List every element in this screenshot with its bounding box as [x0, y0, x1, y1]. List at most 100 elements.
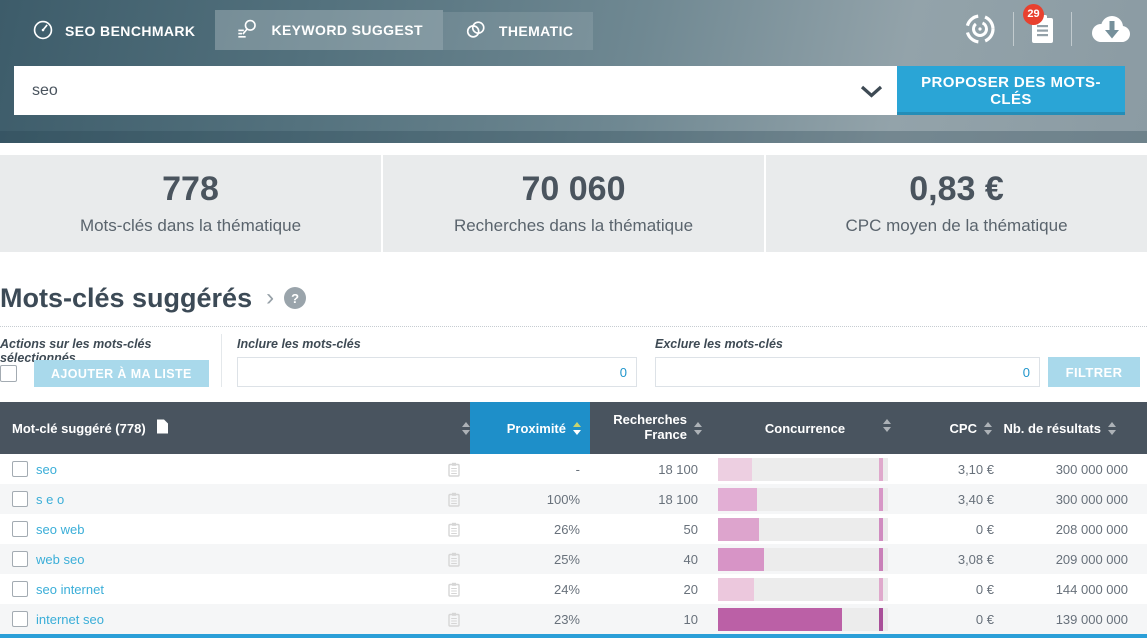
searches-value: 20 — [590, 574, 710, 604]
table-row: s e o 100% 18 100 3,40 € 300 000 000 — [0, 484, 1147, 514]
tab-keyword-suggest[interactable]: KEYWORD SUGGEST — [215, 10, 442, 50]
keyword-link[interactable]: internet seo — [36, 612, 104, 627]
exclude-count: 0 — [1023, 365, 1039, 380]
searches-value: 18 100 — [590, 454, 710, 484]
exclude-label: Exclure les mots-clés — [655, 337, 1040, 351]
column-header-proximity[interactable]: Proximité — [470, 402, 590, 454]
keyword-search-box — [14, 66, 897, 115]
row-checkbox[interactable] — [12, 491, 28, 507]
keyword-list-icon[interactable]: 29 — [1029, 14, 1056, 45]
column-header-searches-france[interactable]: RecherchesFrance — [590, 402, 710, 454]
chevron-down-icon[interactable] — [860, 85, 883, 103]
keyword-link[interactable]: s e o — [36, 492, 64, 507]
proximity-value: 25% — [470, 544, 590, 574]
searches-column-label: RecherchesFrance — [613, 413, 687, 443]
column-header-results[interactable]: Nb. de résultats — [1000, 402, 1147, 454]
competition-bar — [718, 488, 888, 511]
page-title: Mots-clés suggérés — [0, 283, 252, 314]
results-value: 208 000 000 — [1000, 514, 1147, 544]
proximity-value: 100% — [470, 484, 590, 514]
keyword-link[interactable]: seo — [36, 462, 57, 477]
select-all-checkbox[interactable] — [0, 365, 17, 382]
keyword-search-input[interactable] — [14, 66, 897, 115]
keyword-search-row: PROPOSER DES MOTS-CLÉS — [0, 50, 1147, 115]
add-to-list-button[interactable]: AJOUTER À MA LISTE — [34, 360, 209, 387]
tab-seo-benchmark[interactable]: SEO BENCHMARK — [12, 12, 215, 50]
cloud-download-icon[interactable] — [1087, 13, 1133, 46]
cpc-column-label: CPC — [950, 421, 977, 436]
cpc-value: 0 € — [900, 574, 1000, 604]
exclude-keywords-input[interactable] — [656, 358, 1023, 386]
cpc-value: 0 € — [900, 514, 1000, 544]
results-value: 300 000 000 — [1000, 454, 1147, 484]
clipboard-icon[interactable] — [448, 582, 460, 597]
clipboard-icon[interactable] — [448, 492, 460, 507]
tab-thematic[interactable]: THEMATIC — [443, 12, 594, 50]
column-header-cpc[interactable]: CPC — [900, 402, 1000, 454]
keyword-column-label: Mot-clé suggéré (778) — [12, 421, 146, 436]
keyword-link[interactable]: seo web — [36, 522, 84, 537]
sort-arrows-icon[interactable] — [1108, 422, 1116, 435]
cpc-value: 3,10 € — [900, 454, 1000, 484]
table-row: web seo 25% 40 3,08 € 209 000 000 — [0, 544, 1147, 574]
include-keywords-input[interactable] — [238, 358, 620, 386]
table-row: seo internet 24% 20 0 € 144 000 000 — [0, 574, 1147, 604]
competition-bar-marker — [879, 458, 883, 481]
column-header-competition[interactable]: Concurrence — [710, 402, 900, 454]
suggested-keywords-table: Mot-clé suggéré (778) Proximité Recherch… — [0, 402, 1147, 638]
cpc-value: 3,40 € — [900, 484, 1000, 514]
competition-cell — [710, 604, 900, 634]
stat-value: 778 — [0, 170, 381, 208]
sort-arrows-icon[interactable] — [984, 422, 992, 435]
help-icon[interactable]: ? — [284, 287, 306, 309]
table-body: seo - 18 100 3,10 € 300 000 000 — [0, 454, 1147, 634]
dotted-divider — [0, 326, 1147, 327]
row-checkbox[interactable] — [12, 521, 28, 537]
results-value: 144 000 000 — [1000, 574, 1147, 604]
competition-bar-fill — [718, 518, 759, 541]
topbar-divider — [1013, 12, 1014, 46]
sort-arrows-icon[interactable] — [573, 422, 581, 435]
app-header: SEO BENCHMARK KEYWORD SUGGEST — [0, 0, 1147, 143]
competition-bar — [718, 518, 888, 541]
row-checkbox[interactable] — [12, 611, 28, 627]
copy-page-icon[interactable] — [155, 418, 169, 438]
competition-bar — [718, 608, 888, 631]
clipboard-icon[interactable] — [448, 462, 460, 477]
results-column-label: Nb. de résultats — [1003, 421, 1101, 436]
row-checkbox[interactable] — [12, 581, 28, 597]
sort-arrows-icon[interactable] — [694, 422, 702, 435]
sort-arrows-icon[interactable] — [883, 419, 891, 432]
column-header-keyword[interactable]: Mot-clé suggéré (778) — [0, 402, 470, 454]
competition-column-label: Concurrence — [765, 421, 845, 436]
competition-bar-marker — [879, 488, 883, 511]
stat-average-cpc: 0,83 € CPC moyen de la thématique — [766, 155, 1147, 252]
competition-bar — [718, 458, 888, 481]
exclude-keywords-group: Exclure les mots-clés 0 — [655, 334, 1040, 387]
filter-button[interactable]: FILTRER — [1048, 357, 1140, 387]
proximity-value: 24% — [470, 574, 590, 604]
proximity-value: 26% — [470, 514, 590, 544]
cpc-value: 3,08 € — [900, 544, 1000, 574]
clipboard-icon[interactable] — [448, 522, 460, 537]
keyword-link[interactable]: seo internet — [36, 582, 104, 597]
competition-cell — [710, 514, 900, 544]
searches-value: 18 100 — [590, 484, 710, 514]
topbar-actions: 29 — [962, 7, 1133, 51]
clipboard-icon[interactable] — [448, 612, 460, 627]
row-checkbox[interactable] — [12, 551, 28, 567]
proximity-value: 23% — [470, 604, 590, 634]
keyword-link[interactable]: web seo — [36, 552, 84, 567]
propose-keywords-button[interactable]: PROPOSER DES MOTS-CLÉS — [897, 66, 1125, 115]
competition-cell — [710, 544, 900, 574]
clipboard-icon[interactable] — [448, 552, 460, 567]
row-checkbox[interactable] — [12, 461, 28, 477]
cpc-value: 0 € — [900, 604, 1000, 634]
table-row: seo web 26% 50 0 € 208 000 000 — [0, 514, 1147, 544]
stat-label: CPC moyen de la thématique — [766, 216, 1147, 236]
stat-label: Recherches dans la thématique — [383, 216, 764, 236]
sort-arrows-icon[interactable] — [462, 422, 470, 435]
competition-cell — [710, 484, 900, 514]
goal-target-icon[interactable] — [962, 11, 998, 47]
competition-cell — [710, 574, 900, 604]
